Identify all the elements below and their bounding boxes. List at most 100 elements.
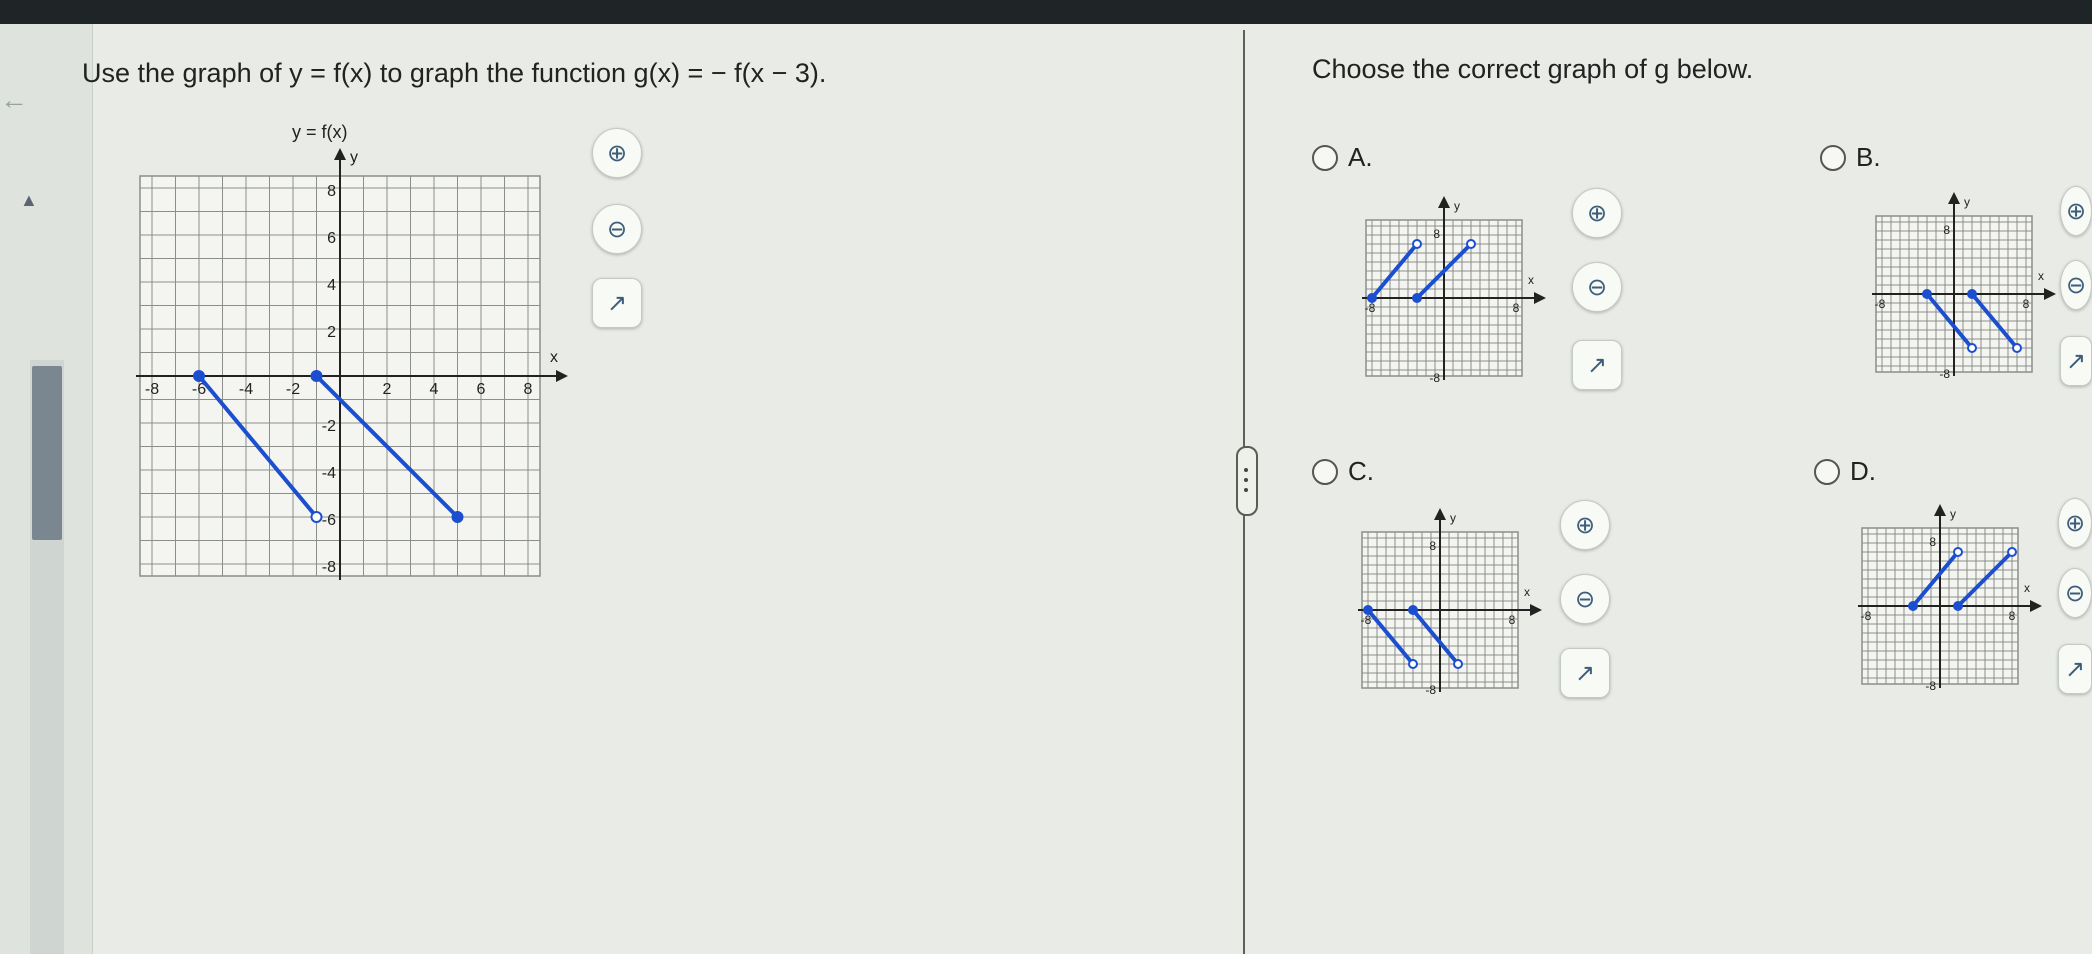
option-d-graph[interactable]: xy8-8-8 8: [1846, 498, 2042, 708]
endpoint-dot: [1363, 605, 1373, 615]
x-tick-label: 2: [383, 381, 392, 398]
y-tick-label: -8: [1425, 683, 1436, 697]
x-tick-label: -8: [145, 381, 159, 398]
y-tick-label: -8: [1939, 367, 1950, 381]
endpoint-dot: [1967, 289, 1977, 299]
x-tick-label: 8: [1509, 613, 1516, 627]
y-axis-arrow: [1948, 192, 1960, 204]
zoom-in-icon[interactable]: ⊕: [2060, 186, 2092, 236]
x-axis-arrow: [556, 370, 568, 382]
zoom-out-icon[interactable]: ⊖: [2060, 260, 2092, 310]
popout-icon[interactable]: ↗: [2060, 336, 2092, 386]
y-tick-label: -8: [1429, 371, 1440, 385]
x-axis-arrow: [2030, 600, 2042, 612]
zoom-in-icon[interactable]: ⊕: [2058, 498, 2092, 548]
y-tick-label: 8: [1929, 535, 1936, 549]
x-axis-arrow: [1534, 292, 1546, 304]
scroll-up-icon[interactable]: ▲: [20, 190, 38, 211]
x-axis-label: x: [1524, 585, 1530, 599]
option-a-graph[interactable]: xy8-8-8 8: [1350, 190, 1546, 400]
endpoint-dot: [1967, 343, 1977, 353]
x-tick-label: 8: [1513, 301, 1520, 315]
x-axis-label: x: [550, 349, 558, 366]
fx-graph: xy-8 -6 -4 -2 2 4 6 88642-2-4-6-8: [136, 148, 568, 580]
endpoint-dot: [451, 511, 464, 523]
collapse-arrow-icon[interactable]: ←: [0, 84, 28, 116]
y-tick-label: 8: [1429, 539, 1436, 553]
x-tick-label: 6: [477, 381, 486, 398]
y-axis-arrow: [1434, 508, 1446, 520]
y-axis-label: y: [1950, 507, 1956, 521]
endpoint-dot: [1953, 601, 1963, 611]
zoom-in-icon[interactable]: ⊕: [1560, 500, 1610, 550]
x-axis-label: x: [2024, 581, 2030, 595]
option-c-radio[interactable]: C.: [1312, 456, 1374, 487]
option-a-radio[interactable]: A.: [1312, 142, 1373, 173]
endpoint-dot: [2012, 343, 2022, 353]
endpoint-dot: [1367, 293, 1377, 303]
zoom-out-icon[interactable]: ⊖: [1560, 574, 1610, 624]
y-axis-label: y: [350, 149, 358, 166]
endpoint-dot: [310, 511, 323, 523]
option-d-label: D.: [1850, 456, 1876, 486]
endpoint-dot: [2007, 547, 2017, 557]
y-axis-arrow: [1438, 196, 1450, 208]
zoom-out-icon[interactable]: ⊖: [2058, 568, 2092, 618]
zoom-in-icon[interactable]: ⊕: [592, 128, 642, 178]
popout-icon[interactable]: ↗: [1560, 648, 1610, 698]
radio-button[interactable]: [1312, 458, 1338, 485]
x-tick-label: -8: [1875, 297, 1886, 311]
radio-button[interactable]: [1312, 144, 1338, 171]
question-text: Use the graph of y = f(x) to graph the f…: [82, 58, 827, 88]
option-b-radio[interactable]: B.: [1820, 142, 1881, 173]
option-c-label: C.: [1348, 456, 1374, 486]
radio-button[interactable]: [1814, 458, 1840, 485]
y-tick-label: 2: [327, 324, 336, 341]
x-tick-label: 8: [2023, 297, 2030, 311]
option-b-graph[interactable]: xy8-8-8 8: [1860, 186, 2056, 396]
y-tick-label: -6: [322, 512, 336, 529]
option-d-radio[interactable]: D.: [1814, 456, 1876, 487]
zoom-out-icon[interactable]: ⊖: [592, 204, 642, 254]
pane-splitter-handle[interactable]: [1236, 446, 1258, 516]
y-tick-label: 8: [327, 183, 336, 200]
endpoint-dot: [1466, 239, 1476, 249]
radio-button[interactable]: [1820, 144, 1846, 171]
x-tick-label: -4: [239, 381, 253, 398]
y-tick-label: -8: [322, 559, 336, 576]
y-tick-label: -2: [322, 418, 336, 435]
y-axis-arrow: [334, 148, 346, 160]
option-c-graph[interactable]: xy8-8-8 8: [1346, 502, 1542, 712]
x-axis-label: x: [1528, 273, 1534, 287]
endpoint-dot: [1953, 547, 1963, 557]
option-a-label: A.: [1348, 142, 1373, 172]
y-axis-label: y: [1964, 195, 1970, 209]
y-axis-arrow: [1934, 504, 1946, 516]
endpoint-dot: [1412, 293, 1422, 303]
x-tick-label: 8: [524, 381, 533, 398]
popout-icon[interactable]: ↗: [592, 278, 642, 328]
y-tick-label: 4: [327, 277, 336, 294]
scrollbar-thumb[interactable]: [32, 366, 62, 540]
endpoint-dot: [1408, 605, 1418, 615]
x-axis-label: x: [2038, 269, 2044, 283]
zoom-out-icon[interactable]: ⊖: [1572, 262, 1622, 312]
zoom-in-icon[interactable]: ⊕: [1572, 188, 1622, 238]
x-tick-label: -8: [1861, 609, 1872, 623]
y-tick-label: -8: [1925, 679, 1936, 693]
x-axis-arrow: [2044, 288, 2056, 300]
x-tick-label: -2: [286, 381, 300, 398]
endpoint-dot: [1453, 659, 1463, 669]
popout-icon[interactable]: ↗: [1572, 340, 1622, 390]
choose-prompt: Choose the correct graph of g below.: [1312, 54, 1754, 84]
endpoint-dot: [1908, 601, 1918, 611]
y-axis-label: y: [1450, 511, 1456, 525]
y-tick-label: 8: [1943, 223, 1950, 237]
graph-title: y = f(x): [292, 122, 348, 142]
popout-icon[interactable]: ↗: [2058, 644, 2092, 694]
endpoint-dot: [1922, 289, 1932, 299]
endpoint-dot: [310, 370, 323, 382]
y-tick-label: -4: [322, 465, 336, 482]
x-axis-arrow: [1530, 604, 1542, 616]
x-tick-label: 8: [2009, 609, 2016, 623]
